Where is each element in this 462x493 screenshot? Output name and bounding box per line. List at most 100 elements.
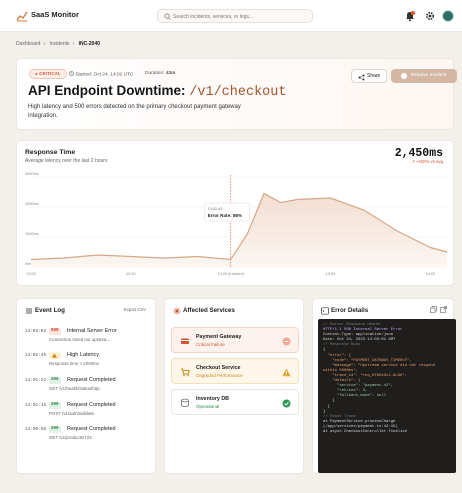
log-item[interactable]: 14:00:58 200 Request Completed GET /v1/p… bbox=[25, 426, 153, 449]
clock-icon bbox=[69, 71, 74, 76]
x-tick-label: 14:00 bbox=[426, 272, 436, 276]
breadcrumb-incidents[interactable]: Incidents bbox=[50, 41, 70, 47]
error-status-icon bbox=[282, 337, 291, 345]
cart-icon bbox=[181, 368, 190, 377]
notification-dot bbox=[411, 11, 415, 15]
incident-description: High latency and 500 errors detected on … bbox=[28, 104, 241, 119]
breadcrumb-current: INC-2040 bbox=[78, 41, 101, 47]
status-code: 200 bbox=[49, 377, 61, 384]
log-detail: GET /v1/products/723 bbox=[49, 435, 92, 440]
y-tick-label: 1000ms bbox=[25, 232, 39, 236]
service-name: Payment Gateway bbox=[196, 334, 242, 340]
code-icon bbox=[321, 307, 329, 315]
gear-icon[interactable] bbox=[424, 10, 436, 22]
app-title: SaaS Monitor bbox=[31, 10, 79, 19]
status-code: 200 bbox=[49, 402, 61, 409]
check-circle-icon bbox=[401, 73, 407, 79]
credit-card-icon bbox=[181, 338, 189, 344]
breadcrumb: Dashboard › Incidents › INC-2040 bbox=[16, 41, 101, 47]
log-name: High Latency bbox=[67, 352, 100, 358]
search-box[interactable] bbox=[157, 9, 313, 23]
incident-header: ● CRITICAL Started: Oct 24, 14:02 UTC Du… bbox=[16, 58, 457, 130]
duration-value: 43m bbox=[165, 71, 176, 76]
breadcrumb-dashboard[interactable]: Dashboard bbox=[16, 41, 40, 47]
title-prefix: API Endpoint Downtime: bbox=[28, 83, 186, 98]
external-link-icon[interactable] bbox=[440, 306, 447, 313]
log-name: Request Completed bbox=[67, 377, 116, 383]
log-item[interactable]: 14:02:45 High Latency Response time > 20… bbox=[25, 352, 153, 375]
page-title: API Endpoint Downtime: /v1/checkout bbox=[28, 83, 286, 100]
service-name: Inventory DB bbox=[196, 396, 229, 402]
resolve-label: Resolve Incident bbox=[411, 73, 447, 78]
error-details-card: Error Details // Server Response Header H… bbox=[312, 298, 456, 474]
affected-services-card: Affected Services Payment Gateway Critic… bbox=[164, 298, 304, 474]
severity-badge: ● CRITICAL bbox=[29, 69, 67, 79]
y-tick-label: 3000ms bbox=[25, 172, 39, 176]
share-icon bbox=[358, 74, 365, 80]
search-icon bbox=[164, 13, 171, 20]
log-detail: POST /v1/auth/validate bbox=[49, 411, 95, 416]
duration-label: Duration: bbox=[145, 71, 165, 76]
y-tick-label: 2000ms bbox=[25, 202, 39, 206]
response-time-card: Response Time Average latency over the l… bbox=[16, 140, 454, 286]
x-tick-label: 12:30 bbox=[126, 272, 136, 276]
log-name: Request Completed bbox=[67, 402, 116, 408]
affected-services-title: Affected Services bbox=[183, 307, 235, 314]
error-code-block: // Server Response Header HTTP/1.1 500 In… bbox=[318, 319, 456, 473]
code-line: at async CheckoutController.finalize bbox=[323, 429, 408, 434]
log-time: 14:01:22 bbox=[25, 378, 47, 383]
chart-logo-icon bbox=[16, 11, 28, 22]
resolve-incident-button[interactable]: Resolve Incident bbox=[391, 69, 457, 83]
x-tick-label: 13:00 (Incident) bbox=[217, 272, 244, 276]
check-status-icon bbox=[282, 399, 291, 407]
top-bar: SaaS Monitor bbox=[0, 0, 462, 32]
tooltip-label: Error Rate: 85% bbox=[208, 213, 242, 218]
service-status: Critical Failure bbox=[196, 342, 225, 347]
status-code: 200 bbox=[49, 426, 61, 433]
warning-status-icon bbox=[282, 368, 291, 376]
started-meta: Started: Oct 24, 14:02 UTC bbox=[69, 71, 133, 78]
export-csv-link[interactable]: Export CSV bbox=[124, 307, 146, 312]
service-checkout[interactable]: Checkout Service Degraded Performance bbox=[171, 358, 299, 384]
service-inventory-db[interactable]: Inventory DB Operational bbox=[171, 389, 299, 415]
search-input[interactable] bbox=[173, 11, 309, 22]
service-name: Checkout Service bbox=[196, 365, 241, 371]
log-time: 14:01:15 bbox=[25, 403, 47, 408]
x-tick-label: 12:00 bbox=[26, 272, 36, 276]
list-icon bbox=[26, 308, 32, 314]
x-tick-label: 13:30 bbox=[326, 272, 336, 276]
response-time-chart: 3000ms2000ms1000ms0ms12:00 12:30 13:00 (In… bbox=[25, 172, 448, 276]
log-time: 14:02:45 bbox=[25, 353, 47, 358]
share-label: Share bbox=[367, 73, 381, 79]
log-item[interactable]: 14:01:22 200 Request Completed GET /v1/h… bbox=[25, 377, 153, 400]
started-time: Started: Oct 24, 14:02 UTC bbox=[75, 72, 134, 78]
log-time: 14:03:02 bbox=[25, 329, 47, 334]
log-item[interactable]: 14:03:02 500 Internal Server Error Conne… bbox=[25, 328, 153, 351]
service-status: Operational bbox=[196, 404, 220, 409]
tooltip-time: 13:02:45 bbox=[208, 207, 223, 211]
share-button[interactable]: Share bbox=[351, 69, 387, 83]
event-log-title: Event Log bbox=[35, 307, 65, 314]
warning-icon bbox=[52, 353, 57, 358]
copy-icon[interactable] bbox=[430, 306, 437, 313]
event-log-card: Event Log Export CSV 14:03:02 500 Intern… bbox=[16, 298, 156, 474]
status-code: 500 bbox=[49, 328, 61, 335]
tooltip-box bbox=[204, 202, 250, 222]
title-path: /v1/checkout bbox=[189, 85, 287, 100]
database-icon bbox=[181, 398, 189, 408]
avatar[interactable] bbox=[442, 10, 454, 22]
severity-label: CRITICAL bbox=[39, 71, 61, 76]
log-time: 14:00:58 bbox=[25, 427, 47, 432]
log-name: Internal Server Error bbox=[67, 328, 117, 334]
warning-badge bbox=[49, 352, 61, 359]
log-detail: Response time > 2000ms bbox=[49, 361, 99, 366]
service-status: Degraded Performance bbox=[196, 373, 243, 378]
log-name: Request Completed bbox=[67, 426, 116, 432]
log-detail: Connection timed out upstrea... bbox=[49, 337, 111, 342]
log-item[interactable]: 14:01:15 200 Request Completed POST /v1/… bbox=[25, 402, 153, 425]
error-details-title: Error Details bbox=[331, 307, 369, 314]
service-payment-gateway[interactable]: Payment Gateway Critical Failure bbox=[171, 327, 299, 353]
network-icon bbox=[173, 307, 181, 315]
duration-meta: Duration: 43m bbox=[145, 71, 175, 76]
log-detail: GET /v1/health/status/http bbox=[49, 386, 100, 391]
